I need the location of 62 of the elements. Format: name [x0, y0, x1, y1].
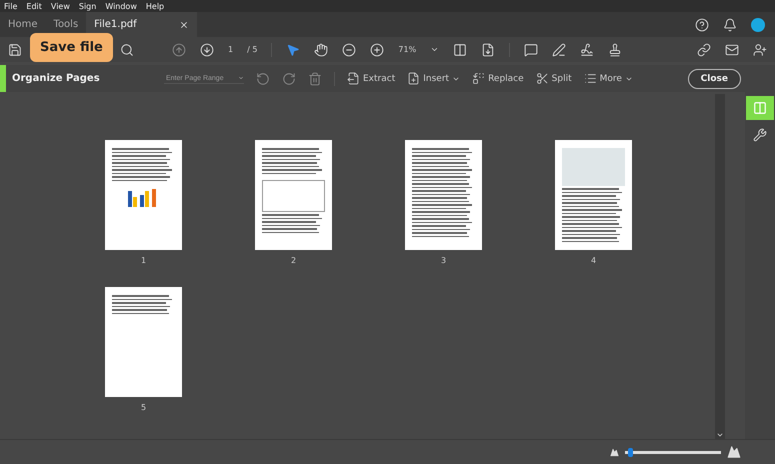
toolbar-action[interactable]: Insert: [407, 72, 460, 85]
caret-icon[interactable]: [238, 74, 244, 82]
trash-icon[interactable]: [308, 72, 322, 86]
arrow-up-icon[interactable]: [172, 42, 186, 56]
toolbar-action[interactable]: Replace: [472, 72, 524, 85]
avatar[interactable]: [751, 18, 765, 32]
rotate-left-icon[interactable]: [256, 72, 270, 86]
panel-title: Organize Pages: [12, 73, 101, 84]
page-thumbnail[interactable]: [255, 140, 332, 250]
link-icon[interactable]: [697, 42, 711, 56]
scroll-down-icon[interactable]: [716, 431, 724, 439]
close-icon[interactable]: [179, 20, 190, 30]
tooltip: Save file: [30, 33, 113, 62]
bell-icon[interactable]: [723, 18, 737, 32]
caret-icon[interactable]: [430, 45, 440, 54]
menu-item[interactable]: Window: [105, 2, 137, 10]
page-number-label: 2: [290, 256, 296, 265]
page-thumbnail[interactable]: [105, 287, 182, 397]
page-number-label: 3: [440, 256, 446, 265]
mail-icon[interactable]: [725, 42, 739, 56]
search-icon[interactable]: [120, 42, 134, 56]
tab[interactable]: File1.pdf: [86, 12, 198, 37]
toolbar-action[interactable]: Split: [536, 72, 572, 85]
page-total: / 5: [247, 45, 258, 54]
rotate-right-icon[interactable]: [282, 72, 296, 86]
toolbar-action[interactable]: More: [584, 72, 633, 85]
zoom-in-icon[interactable]: [370, 42, 384, 56]
menu-item[interactable]: File: [4, 2, 18, 10]
user-add-icon[interactable]: [753, 42, 767, 56]
page-thumbnail[interactable]: [555, 140, 632, 250]
menu-item[interactable]: View: [50, 2, 70, 10]
hand-icon[interactable]: [314, 42, 328, 56]
extract-icon[interactable]: [347, 72, 360, 85]
menu-item[interactable]: Help: [146, 2, 164, 10]
large-thumbnail-icon[interactable]: [727, 445, 741, 459]
zoom-level[interactable]: 71%: [398, 45, 416, 54]
menu-item[interactable]: Sign: [78, 2, 96, 10]
menu-item[interactable]: Edit: [26, 2, 42, 10]
page-number-label: 5: [140, 403, 146, 412]
page-fit-icon[interactable]: [453, 42, 468, 56]
page-number-label: 4: [590, 256, 596, 265]
insert-icon[interactable]: [407, 72, 420, 85]
toolbar-action[interactable]: Extract: [347, 72, 396, 85]
replace-icon[interactable]: [472, 72, 486, 85]
close-button[interactable]: Close: [688, 68, 741, 88]
zoom-out-icon[interactable]: [342, 42, 356, 56]
arrow-down-icon[interactable]: [200, 42, 214, 56]
help-icon[interactable]: [695, 18, 709, 32]
pen-icon[interactable]: [552, 42, 566, 56]
comment-icon[interactable]: [524, 42, 538, 56]
pointer-icon[interactable]: [286, 42, 300, 56]
page-thumbnail[interactable]: [405, 140, 482, 250]
signature-icon[interactable]: [580, 42, 594, 56]
save-icon[interactable]: [8, 42, 22, 56]
page-thumbnail[interactable]: [105, 140, 182, 250]
scrollbar[interactable]: [715, 94, 725, 439]
page-number-label: 1: [140, 256, 146, 265]
page-number[interactable]: 1: [228, 45, 234, 54]
tools-icon[interactable]: [753, 128, 767, 142]
scissors-icon[interactable]: [536, 72, 549, 85]
stamp-icon[interactable]: [608, 42, 622, 56]
small-thumbnail-icon[interactable]: [610, 448, 619, 456]
